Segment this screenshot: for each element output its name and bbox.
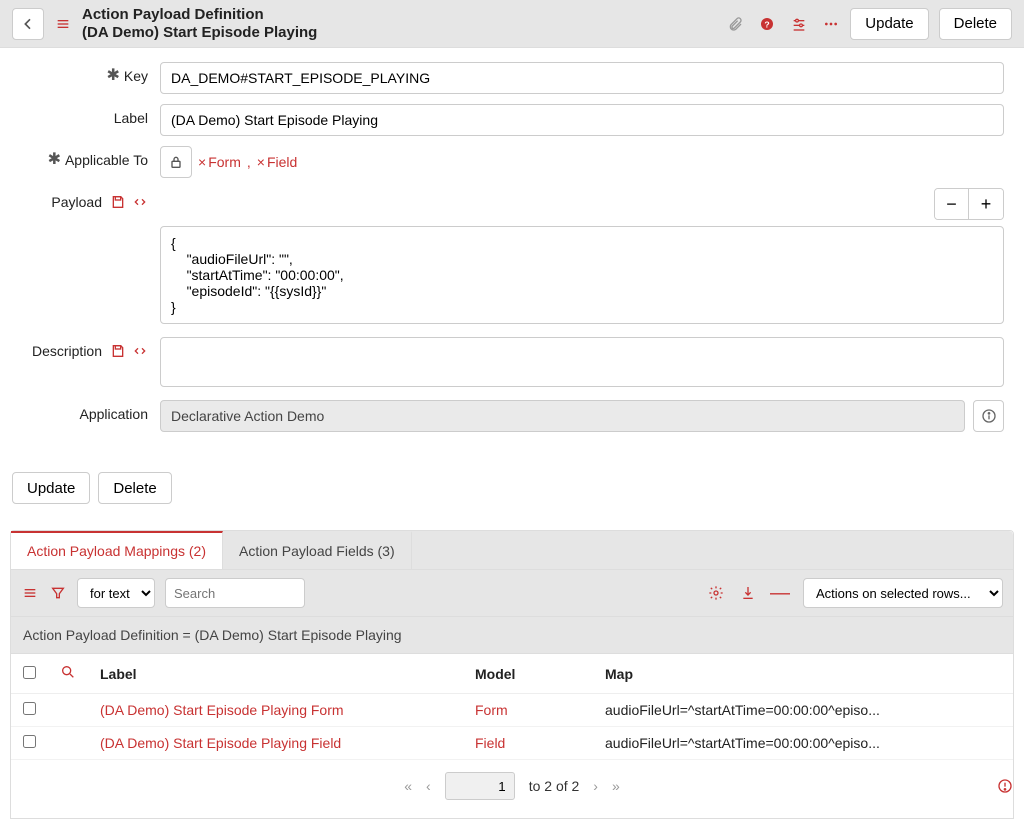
page-title: Action Payload Definition [82, 6, 716, 24]
pager-first-icon[interactable]: « [404, 778, 412, 794]
payload-label: Payload [51, 194, 102, 210]
update-button-top[interactable]: Update [850, 8, 928, 40]
menu-icon[interactable] [54, 15, 72, 33]
column-search-icon[interactable] [60, 667, 76, 683]
list-search-input[interactable] [165, 578, 305, 608]
code-icon[interactable] [132, 194, 148, 213]
collapse-list-icon[interactable]: — [771, 584, 789, 602]
application-label: Application [80, 406, 149, 422]
pager-next-icon[interactable]: › [593, 778, 598, 794]
pager-range-text: to 2 of 2 [529, 778, 580, 794]
delete-button-top[interactable]: Delete [939, 8, 1012, 40]
row-map: audioFileUrl=^startAtTime=00:00:00^episo… [593, 727, 1013, 760]
select-all-checkbox[interactable] [23, 666, 36, 679]
save-icon[interactable] [110, 343, 126, 362]
list-menu-icon[interactable] [21, 584, 39, 602]
svg-text:?: ? [765, 19, 770, 29]
settings-sliders-icon[interactable] [790, 15, 808, 33]
pager-prev-icon[interactable]: ‹ [426, 778, 431, 794]
applicable-label: Applicable To [65, 152, 148, 168]
key-label: Key [124, 68, 148, 84]
tab-fields[interactable]: Action Payload Fields (3) [223, 531, 412, 569]
filter-icon[interactable] [49, 584, 67, 602]
back-button[interactable] [12, 8, 44, 40]
tag-field[interactable]: ×Field [257, 154, 298, 170]
tab-mappings[interactable]: Action Payload Mappings (2) [11, 531, 223, 569]
import-icon[interactable] [739, 584, 757, 602]
col-map[interactable]: Map [593, 654, 1013, 694]
attachment-icon[interactable] [726, 15, 744, 33]
label-field[interactable] [160, 104, 1004, 136]
more-icon[interactable] [822, 15, 840, 33]
collapse-button[interactable]: − [935, 189, 969, 219]
description-label: Description [32, 343, 102, 359]
lock-icon[interactable] [160, 146, 192, 178]
save-icon[interactable] [110, 194, 126, 213]
description-textarea[interactable] [160, 337, 1004, 387]
code-icon[interactable] [132, 343, 148, 362]
tag-form[interactable]: ×Form [198, 154, 241, 170]
row-model-link[interactable]: Form [463, 694, 593, 727]
col-model[interactable]: Model [463, 654, 593, 694]
search-mode-select[interactable]: for text [77, 578, 155, 608]
info-icon[interactable] [973, 400, 1004, 432]
label-label: Label [114, 110, 148, 126]
payload-textarea[interactable]: { "audioFileUrl": "", "startAtTime": "00… [160, 226, 1004, 324]
application-field [160, 400, 965, 432]
col-label[interactable]: Label [88, 654, 463, 694]
required-icon: ✱ [48, 152, 61, 168]
row-label-link[interactable]: (DA Demo) Start Episode Playing Field [88, 727, 463, 760]
row-checkbox[interactable] [23, 702, 36, 715]
row-label-link[interactable]: (DA Demo) Start Episode Playing Form [88, 694, 463, 727]
table-row: (DA Demo) Start Episode Playing Field Fi… [11, 727, 1013, 760]
expand-button[interactable]: + [969, 189, 1003, 219]
pager-current-input[interactable] [445, 772, 515, 800]
delete-button-bottom[interactable]: Delete [98, 472, 171, 504]
help-icon[interactable]: ? [758, 15, 776, 33]
page-title-block: Action Payload Definition (DA Demo) Star… [82, 6, 716, 42]
bulk-actions-select[interactable]: Actions on selected rows... [803, 578, 1003, 608]
required-icon: ✱ [106, 68, 119, 84]
gear-icon[interactable] [707, 584, 725, 602]
error-badge-icon[interactable] [996, 777, 1014, 795]
key-field[interactable] [160, 62, 1004, 94]
table-row: (DA Demo) Start Episode Playing Form For… [11, 694, 1013, 727]
row-checkbox[interactable] [23, 735, 36, 748]
pager-last-icon[interactable]: » [612, 778, 620, 794]
filter-breadcrumb[interactable]: Action Payload Definition = (DA Demo) St… [11, 617, 1013, 654]
row-model-link[interactable]: Field [463, 727, 593, 760]
page-subtitle: (DA Demo) Start Episode Playing [82, 24, 716, 42]
row-map: audioFileUrl=^startAtTime=00:00:00^episo… [593, 694, 1013, 727]
update-button-bottom[interactable]: Update [12, 472, 90, 504]
